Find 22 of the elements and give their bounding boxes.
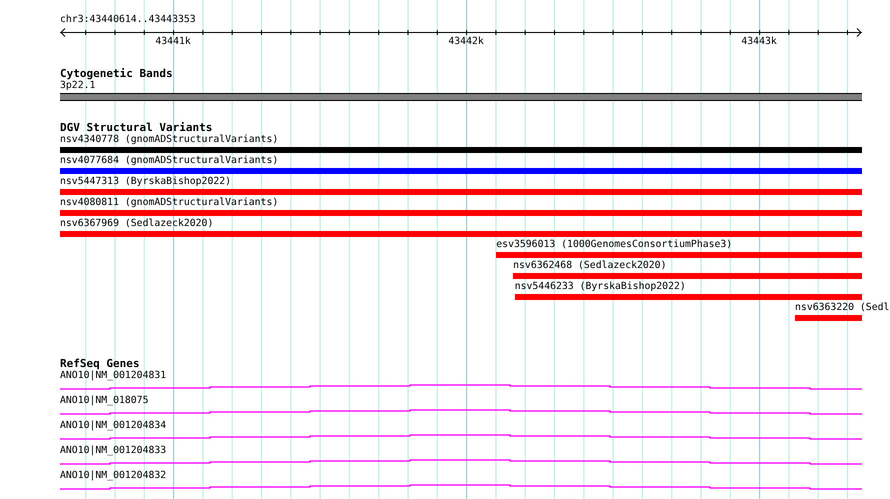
gene-label: ANO10|NM_001204832	[60, 470, 166, 482]
variant-label: nsv4077684 (gnomADStructuralVariants)	[60, 155, 278, 167]
variant-label: nsv6362468 (Sedlazeck2020)	[513, 260, 666, 272]
gene-label: ANO10|NM_001204833	[60, 445, 166, 457]
track-title: RefSeq Genes	[60, 358, 140, 370]
variant-label: nsv6363220 (Sedl	[795, 302, 890, 314]
variant-label: nsv5447313 (ByrskaBishop2022)	[60, 176, 232, 188]
location-label: chr3:43440614..43443353	[60, 14, 196, 26]
variant-label: nsv4340778 (gnomADStructuralVariants)	[60, 134, 278, 146]
gene-label: ANO10|NM_018075	[60, 395, 148, 407]
variant-label: nsv5446233 (ByrskaBishop2022)	[514, 281, 686, 293]
ruler-tick-label: 43442k	[448, 36, 484, 47]
variant-label: nsv4080811 (gnomADStructuralVariants)	[60, 197, 278, 209]
band-label: 3p22.1	[60, 80, 96, 92]
gene-label: ANO10|NM_001204831	[60, 370, 166, 382]
track-title: DGV Structural Variants	[60, 122, 212, 134]
track-title: Cytogenetic Bands	[60, 68, 173, 80]
ruler-tick-label: 43441k	[155, 36, 191, 47]
variant-label: esv3596013 (1000GenomesConsortiumPhase3)	[496, 239, 732, 251]
variant-label: nsv6367969 (Sedlazeck2020)	[60, 218, 214, 230]
ruler-tick-label: 43443k	[741, 36, 777, 47]
gene-label: ANO10|NM_001204834	[60, 420, 166, 432]
